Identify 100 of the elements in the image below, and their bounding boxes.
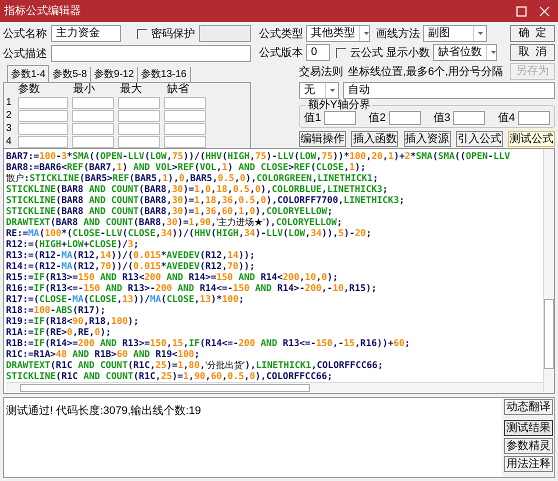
code-line: R1B:=IF(R14>=200 AND R13>=150,15,IF(R14<=-200 AND R13<=-150,-15,R16))+60; xyxy=(6,338,412,349)
text-field[interactable] xyxy=(453,111,486,125)
close-icon[interactable] xyxy=(539,6,550,16)
code-line: R13:=(R12-MA(R12,14))/(0.015*AVEDEV(R12,14)); xyxy=(6,250,256,261)
param-field[interactable] xyxy=(72,136,114,148)
param-field[interactable] xyxy=(118,123,160,135)
text-field[interactable]: 自动 xyxy=(343,82,555,99)
field-label: 交易法则 xyxy=(299,64,343,78)
button[interactable]: 测试公式 xyxy=(508,131,555,147)
window-title: 指标公式编辑器 xyxy=(4,4,82,19)
code-line: DRAWTEXT(BAR8 AND COUNT(BAR8,30)=1,90,'主力进场★'),COLORYELLOW; xyxy=(6,217,344,228)
code-line: R15:=IF(R13>=150 AND R13<200 AND R14>=150 AND R14<200,10,0); xyxy=(6,272,340,283)
code-line: R17:=(CLOSE-MA(CLOSE,13))/MA(CLOSE,13)*100; xyxy=(6,294,246,305)
column-header: 缺省 xyxy=(167,83,190,96)
text-field[interactable]: 0 xyxy=(306,44,330,61)
maximize-icon[interactable] xyxy=(516,6,527,16)
vertical-scrollbar[interactable] xyxy=(543,149,554,393)
field-label: 值2 xyxy=(368,111,386,125)
dropdown-arrow-icon xyxy=(359,26,369,41)
text-field[interactable] xyxy=(388,111,421,125)
param-field[interactable] xyxy=(118,136,160,148)
field-label: 公式版本 xyxy=(259,46,303,60)
field-label: 密码保护 xyxy=(151,26,195,40)
param-field[interactable] xyxy=(72,97,114,109)
dropdown[interactable]: 缺省位数 xyxy=(433,44,497,61)
button[interactable]: 测试结果 xyxy=(504,420,553,436)
button[interactable]: 动态翻译 xyxy=(504,399,553,415)
button[interactable]: 引入公式 xyxy=(456,131,503,147)
code-line: STICKLINE(R1C AND COUNT(R1C,25)=1,90,60,0.5,0),COLORFFCC66; xyxy=(6,371,334,382)
code-line: STICKLINE(BAR8 AND COUNT(BAR8,30)=1,36,60,1,0),COLORYELLOW; xyxy=(6,206,334,217)
param-field[interactable] xyxy=(72,110,114,122)
text-field[interactable] xyxy=(199,25,251,42)
row-number: 4 xyxy=(6,136,13,148)
code-line: R14:=(R12-MA(R12,70))/(0.015*AVEDEV(R12,70)); xyxy=(6,261,256,272)
text-field[interactable] xyxy=(518,111,550,125)
code-line: R19:=IF(R18<90,R18,100); xyxy=(6,316,140,327)
code-line: BAR7:=100-3*SMA((OPEN-LLV(LOW,75))/(HHV(HIGH,75)-LLV(LOW,75))*100,20,1)+2*SMA(SMA((OPEN-LLV xyxy=(6,151,511,162)
button[interactable]: 用法注释 xyxy=(504,456,553,472)
tab[interactable]: 参数1-4 xyxy=(7,65,50,82)
dropdown[interactable]: 其他类型 xyxy=(306,25,370,42)
row-number: 2 xyxy=(6,110,13,122)
field-label: 公式名称 xyxy=(3,26,47,40)
checkbox[interactable] xyxy=(137,28,147,38)
button[interactable]: 取 消 xyxy=(510,44,555,61)
dropdown-arrow-icon xyxy=(325,83,338,98)
code-line: STICKLINE(BAR8 AND COUNT(BAR8,30)=1,18,36,0.5,0),COLORFF7700,LINETHICK3; xyxy=(6,195,406,206)
text-field[interactable] xyxy=(51,45,251,62)
status-message: 测试通过! 代码长度:3079,输出线个数:19 xyxy=(5,405,201,417)
param-field[interactable] xyxy=(18,136,68,148)
param-field[interactable] xyxy=(164,123,206,135)
param-field[interactable] xyxy=(18,123,68,135)
text-field[interactable]: 主力资金 xyxy=(51,25,121,42)
param-field[interactable] xyxy=(18,97,68,109)
code-line: BAR8:=BAR6<REF(BAR7,1) AND VOL>REF(VOL,1) AND CLOSE>REF(CLOSE,1); xyxy=(6,162,367,173)
field-label: 云公式 xyxy=(350,46,383,60)
column-header: 最小 xyxy=(73,83,96,96)
tab[interactable]: 参数13-16 xyxy=(138,67,190,82)
horizontal-scrollbar[interactable] xyxy=(6,382,543,393)
param-field[interactable] xyxy=(18,110,68,122)
code-line: R12:=(HIGH+LOW+CLOSE)/3; xyxy=(6,239,140,250)
field-label: 坐标线位置,最多6个,用分号分隔 xyxy=(348,64,504,78)
code-line: DRAWTEXT(R1C AND COUNT(R1C,25)=1,80,'分批出货'),LINETHICK1,COLORFFCC66; xyxy=(6,360,384,371)
param-field[interactable] xyxy=(118,110,160,122)
param-field[interactable] xyxy=(164,110,206,122)
code-line: R1C:=R1A>48 AND R1B>60 AND R19<100; xyxy=(6,349,201,360)
button[interactable]: 编辑操作 xyxy=(299,131,346,147)
checkbox[interactable] xyxy=(336,48,346,58)
code-line: RE:=MA(100*(CLOSE-LLV(CLOSE,34))/(HHV(HIGH,34)-LLV(LOW,34)),5)-20; xyxy=(6,228,373,239)
button[interactable]: 确 定 xyxy=(510,25,555,42)
code-line: R18:=100-ABS(R17); xyxy=(6,305,107,316)
param-field[interactable] xyxy=(118,97,160,109)
row-number: 1 xyxy=(6,97,13,109)
dropdown-arrow-icon xyxy=(473,26,486,41)
group-title: 额外Y轴分界 xyxy=(306,99,372,111)
button[interactable]: 参数精灵 xyxy=(504,438,553,454)
scrollbar-thumb[interactable] xyxy=(20,384,310,392)
code-line: STICKLINE(BAR8 AND COUNT(BAR8,30)=1,0,18,0.5,0),COLORBLUE,LINETHICK3; xyxy=(6,184,389,195)
button[interactable]: 插入资源 xyxy=(404,131,450,147)
dropdown-arrow-icon xyxy=(486,45,496,60)
code-line: R1A:=IF(RE>0,RE,0); xyxy=(6,327,112,338)
code-line: 散户:STICKLINE(BAR5>REF(BAR5,1),0,BAR5,0.5,0),COLORGREEN,LINETHICK1; xyxy=(6,173,380,184)
tab[interactable]: 参数9-12 xyxy=(90,67,138,82)
field-label: 画线方法 xyxy=(376,26,420,40)
param-field[interactable] xyxy=(72,123,114,135)
field-label: 显示小数 xyxy=(386,46,430,60)
field-label: 值4 xyxy=(498,111,515,125)
code-line: R16:=IF(R13<=-150 AND R13>-200 AND R14<=-150 AND R14>-200,-10,R15); xyxy=(6,283,378,294)
param-field[interactable] xyxy=(164,136,206,148)
column-header: 参数 xyxy=(18,83,41,96)
button[interactable]: 插入函数 xyxy=(351,131,398,147)
scrollbar-thumb[interactable] xyxy=(544,299,554,369)
dropdown[interactable]: 副图 xyxy=(423,25,487,42)
tab[interactable]: 参数5-8 xyxy=(49,67,91,82)
field-label: 值1 xyxy=(304,111,322,125)
text-field[interactable] xyxy=(324,111,356,125)
column-header: 最大 xyxy=(120,83,143,96)
field-label: 公式描述 xyxy=(3,46,47,60)
dropdown[interactable]: 无 xyxy=(299,82,339,99)
code-editor[interactable] xyxy=(3,148,555,394)
param-field[interactable] xyxy=(164,97,206,109)
